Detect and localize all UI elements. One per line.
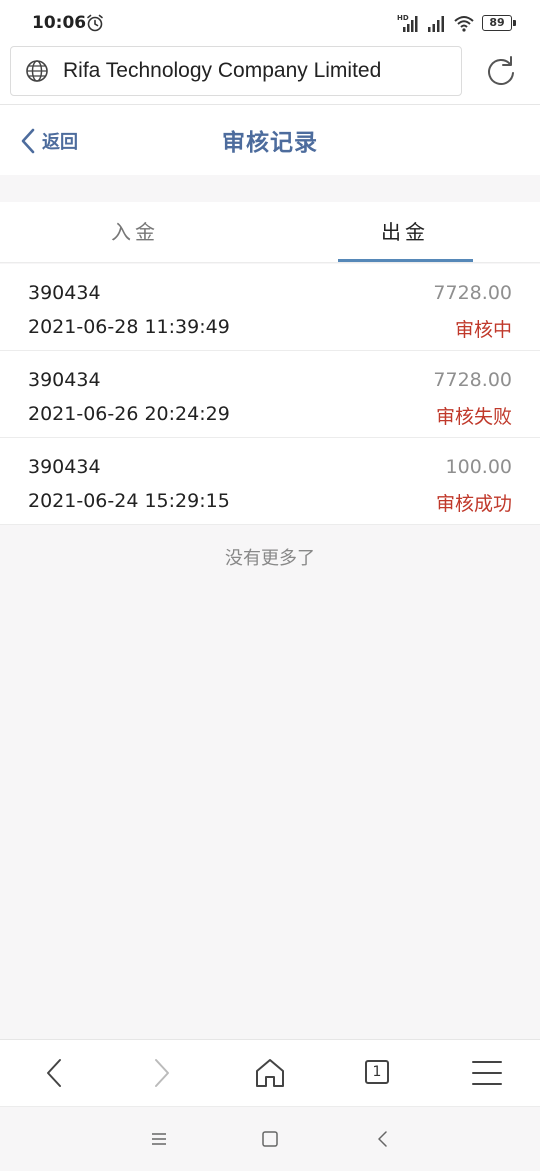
browser-toolbar: 1 [0,1039,540,1106]
record-time: 2021-06-24 15:29:15 [28,490,230,512]
system-navigation-bar [0,1106,540,1171]
record-list: 390434 7728.00 2021-06-28 11:39:49 审核中 3… [0,264,540,525]
recents-menu-icon[interactable] [149,1129,169,1149]
no-more-text: 没有更多了 [225,548,315,569]
home-square-icon[interactable] [260,1129,280,1149]
list-item[interactable]: 390434 7728.00 2021-06-26 20:24:29 审核失败 [0,351,540,438]
page-header: 返回 审核记录 [0,105,540,175]
record-id: 390434 [28,369,101,391]
battery-indicator: 89 [482,15,516,31]
record-time: 2021-06-26 20:24:29 [28,403,230,425]
list-item[interactable]: 390434 7728.00 2021-06-28 11:39:49 审核中 [0,264,540,351]
svg-text:HD: HD [397,14,409,22]
globe-icon [26,60,48,82]
system-back-icon[interactable] [373,1129,393,1149]
record-status: 审核成功 [435,493,512,515]
record-status: 审核失败 [435,406,512,428]
record-time: 2021-06-28 11:39:49 [28,316,230,338]
forward-arrow-icon[interactable] [144,1056,178,1090]
tabs-count-button[interactable]: 1 [365,1060,389,1084]
signal-icon [428,16,444,32]
record-amount: 100.00 [445,456,512,478]
wifi-icon [454,16,474,32]
alarm-clock-icon [87,14,103,32]
tab-withdrawal[interactable]: 出金 [270,202,540,262]
record-amount: 7728.00 [433,369,512,391]
home-icon[interactable] [253,1056,287,1090]
back-arrow-icon[interactable] [38,1056,72,1090]
status-icons: HD 89 [397,13,516,33]
page-title: 审核记录 [222,130,318,156]
status-bar: 10:06 HD 89 [0,0,540,46]
browser-address-bar: Rifa Technology Company Limited [0,46,540,105]
tab-deposit[interactable]: 入金 [0,202,270,262]
tab-bar: 入金 出金 [0,202,540,263]
url-field[interactable]: Rifa Technology Company Limited [10,46,462,96]
status-time: 10:06 [32,13,87,33]
record-id: 390434 [28,456,101,478]
menu-icon[interactable] [470,1056,504,1090]
record-id: 390434 [28,282,101,304]
signal-hd-icon: HD [397,14,418,32]
list-item[interactable]: 390434 100.00 2021-06-24 15:29:15 审核成功 [0,438,540,525]
active-tab-indicator [338,259,473,262]
record-amount: 7728.00 [433,282,512,304]
url-text: Rifa Technology Company Limited [63,59,382,82]
reload-icon[interactable] [484,54,518,88]
record-status: 审核中 [454,319,512,341]
